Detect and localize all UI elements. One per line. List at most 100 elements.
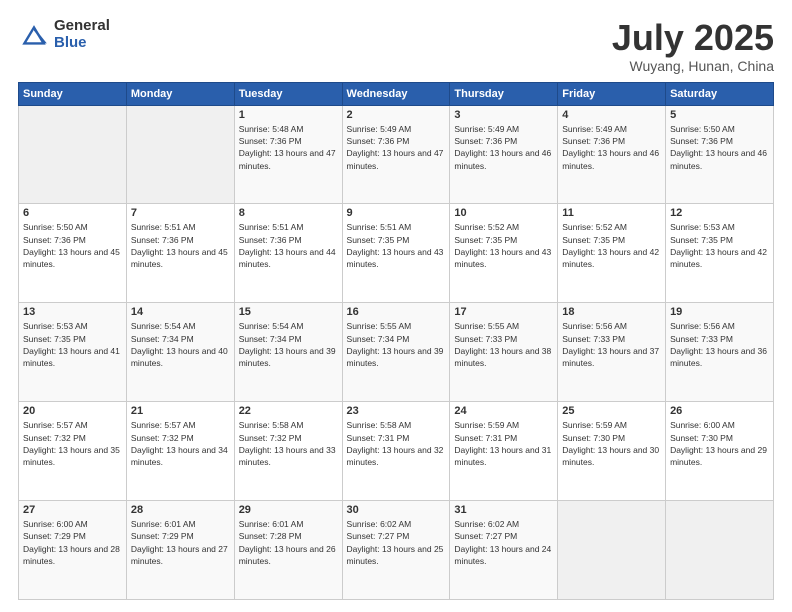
day-number: 16 (347, 306, 446, 318)
day-info: Sunrise: 5:55 AM Sunset: 7:34 PM Dayligh… (347, 320, 446, 369)
day-info: Sunrise: 5:54 AM Sunset: 7:34 PM Dayligh… (239, 320, 338, 369)
day-info: Sunrise: 5:53 AM Sunset: 7:35 PM Dayligh… (23, 320, 122, 369)
day-number: 14 (131, 306, 230, 318)
calendar-cell: 12Sunrise: 5:53 AM Sunset: 7:35 PM Dayli… (666, 204, 774, 303)
calendar-cell (666, 501, 774, 600)
day-number: 24 (454, 405, 553, 417)
day-number: 31 (454, 504, 553, 516)
day-info: Sunrise: 5:51 AM Sunset: 7:36 PM Dayligh… (131, 221, 230, 270)
calendar-week-row: 13Sunrise: 5:53 AM Sunset: 7:35 PM Dayli… (19, 303, 774, 402)
day-info: Sunrise: 5:51 AM Sunset: 7:36 PM Dayligh… (239, 221, 338, 270)
month-title: July 2025 (612, 18, 774, 58)
day-number: 27 (23, 504, 122, 516)
day-info: Sunrise: 6:02 AM Sunset: 7:27 PM Dayligh… (454, 518, 553, 567)
day-info: Sunrise: 6:02 AM Sunset: 7:27 PM Dayligh… (347, 518, 446, 567)
day-info: Sunrise: 5:49 AM Sunset: 7:36 PM Dayligh… (454, 123, 553, 172)
calendar-cell: 18 Sunrise: 5:56 AM Sunset: 7:33 PM Dayli… (558, 303, 666, 402)
day-number: 1 (239, 109, 338, 121)
day-info: Sunrise: 5:54 AM Sunset: 7:34 PM Dayligh… (131, 320, 230, 369)
logo: General Blue (18, 18, 110, 51)
calendar-cell: 1 Sunrise: 5:48 AM Sunset: 7:36 PM Daylig… (234, 105, 342, 204)
day-number: 6 (23, 207, 122, 219)
calendar-cell: 7 Sunrise: 5:51 AM Sunset: 7:36 PM Daylig… (126, 204, 234, 303)
calendar-cell: 2 Sunrise: 5:49 AM Sunset: 7:36 PM Daylig… (342, 105, 450, 204)
logo-general-label: General (54, 18, 110, 35)
calendar-cell: 28Sunrise: 6:01 AM Sunset: 7:29 PM Dayli… (126, 501, 234, 600)
day-info: Sunrise: 5:55 AM Sunset: 7:33 PM Dayligh… (454, 320, 553, 369)
day-number: 18 (562, 306, 661, 318)
logo-text: General Blue (54, 18, 110, 51)
day-number: 29 (239, 504, 338, 516)
day-info: Sunrise: 5:50 AM Sunset: 7:36 PM Dayligh… (670, 123, 769, 172)
day-number: 8 (239, 207, 338, 219)
day-info: Sunrise: 5:59 AM Sunset: 7:30 PM Dayligh… (562, 419, 661, 468)
day-number: 9 (347, 207, 446, 219)
calendar-cell: 24 Sunrise: 5:59 AM Sunset: 7:31 PM Dayli… (450, 402, 558, 501)
calendar-cell: 14 Sunrise: 5:54 AM Sunset: 7:34 PM Dayli… (126, 303, 234, 402)
calendar-week-row: 1 Sunrise: 5:48 AM Sunset: 7:36 PM Daylig… (19, 105, 774, 204)
calendar-cell: 10 Sunrise: 5:52 AM Sunset: 7:35 PM Dayli… (450, 204, 558, 303)
calendar-cell (558, 501, 666, 600)
weekday-header: Friday (558, 82, 666, 105)
day-info: Sunrise: 6:00 AM Sunset: 7:29 PM Dayligh… (23, 518, 122, 567)
weekday-header: Saturday (666, 82, 774, 105)
weekday-header: Monday (126, 82, 234, 105)
day-info: Sunrise: 5:48 AM Sunset: 7:36 PM Dayligh… (239, 123, 338, 172)
calendar-cell (126, 105, 234, 204)
calendar-table: SundayMondayTuesdayWednesdayThursdayFrid… (18, 82, 774, 600)
day-number: 25 (562, 405, 661, 417)
calendar-cell: 22Sunrise: 5:58 AM Sunset: 7:32 PM Dayli… (234, 402, 342, 501)
day-info: Sunrise: 5:52 AM Sunset: 7:35 PM Dayligh… (454, 221, 553, 270)
calendar-cell (19, 105, 127, 204)
day-number: 26 (670, 405, 769, 417)
day-number: 19 (670, 306, 769, 318)
day-info: Sunrise: 5:49 AM Sunset: 7:36 PM Dayligh… (562, 123, 661, 172)
day-number: 2 (347, 109, 446, 121)
day-number: 11 (562, 207, 661, 219)
day-info: Sunrise: 5:56 AM Sunset: 7:33 PM Dayligh… (562, 320, 661, 369)
day-info: Sunrise: 5:56 AM Sunset: 7:33 PM Dayligh… (670, 320, 769, 369)
location: Wuyang, Hunan, China (612, 58, 774, 74)
day-number: 5 (670, 109, 769, 121)
calendar-cell: 30 Sunrise: 6:02 AM Sunset: 7:27 PM Dayli… (342, 501, 450, 600)
calendar-week-row: 20 Sunrise: 5:57 AM Sunset: 7:32 PM Dayli… (19, 402, 774, 501)
day-info: Sunrise: 5:49 AM Sunset: 7:36 PM Dayligh… (347, 123, 446, 172)
calendar-cell: 8 Sunrise: 5:51 AM Sunset: 7:36 PM Daylig… (234, 204, 342, 303)
calendar-cell: 3Sunrise: 5:49 AM Sunset: 7:36 PM Daylig… (450, 105, 558, 204)
calendar-cell: 19 Sunrise: 5:56 AM Sunset: 7:33 PM Dayli… (666, 303, 774, 402)
calendar-cell: 15 Sunrise: 5:54 AM Sunset: 7:34 PM Dayli… (234, 303, 342, 402)
day-info: Sunrise: 5:52 AM Sunset: 7:35 PM Dayligh… (562, 221, 661, 270)
calendar-cell: 26Sunrise: 6:00 AM Sunset: 7:30 PM Dayli… (666, 402, 774, 501)
weekday-row: SundayMondayTuesdayWednesdayThursdayFrid… (19, 82, 774, 105)
calendar-cell: 25 Sunrise: 5:59 AM Sunset: 7:30 PM Dayli… (558, 402, 666, 501)
day-number: 4 (562, 109, 661, 121)
calendar-cell: 27 Sunrise: 6:00 AM Sunset: 7:29 PM Dayli… (19, 501, 127, 600)
weekday-header: Wednesday (342, 82, 450, 105)
header: General Blue July 2025 Wuyang, Hunan, Ch… (18, 18, 774, 74)
weekday-header: Tuesday (234, 82, 342, 105)
calendar-week-row: 6Sunrise: 5:50 AM Sunset: 7:36 PM Daylig… (19, 204, 774, 303)
day-info: Sunrise: 5:57 AM Sunset: 7:32 PM Dayligh… (23, 419, 122, 468)
calendar-week-row: 27 Sunrise: 6:00 AM Sunset: 7:29 PM Dayli… (19, 501, 774, 600)
day-number: 10 (454, 207, 553, 219)
day-number: 30 (347, 504, 446, 516)
day-number: 7 (131, 207, 230, 219)
day-number: 23 (347, 405, 446, 417)
calendar-cell: 21Sunrise: 5:57 AM Sunset: 7:32 PM Dayli… (126, 402, 234, 501)
weekday-header: Thursday (450, 82, 558, 105)
day-info: Sunrise: 5:59 AM Sunset: 7:31 PM Dayligh… (454, 419, 553, 468)
day-number: 12 (670, 207, 769, 219)
calendar-cell: 20 Sunrise: 5:57 AM Sunset: 7:32 PM Dayli… (19, 402, 127, 501)
calendar-cell: 17 Sunrise: 5:55 AM Sunset: 7:33 PM Dayli… (450, 303, 558, 402)
day-info: Sunrise: 5:58 AM Sunset: 7:32 PM Dayligh… (239, 419, 338, 468)
page: General Blue July 2025 Wuyang, Hunan, Ch… (0, 0, 792, 612)
day-info: Sunrise: 5:51 AM Sunset: 7:35 PM Dayligh… (347, 221, 446, 270)
day-info: Sunrise: 6:01 AM Sunset: 7:29 PM Dayligh… (131, 518, 230, 567)
logo-icon (18, 21, 50, 49)
calendar-cell: 16 Sunrise: 5:55 AM Sunset: 7:34 PM Dayli… (342, 303, 450, 402)
calendar-cell: 31 Sunrise: 6:02 AM Sunset: 7:27 PM Dayli… (450, 501, 558, 600)
day-number: 20 (23, 405, 122, 417)
calendar-cell: 11 Sunrise: 5:52 AM Sunset: 7:35 PM Dayli… (558, 204, 666, 303)
day-number: 15 (239, 306, 338, 318)
day-number: 17 (454, 306, 553, 318)
